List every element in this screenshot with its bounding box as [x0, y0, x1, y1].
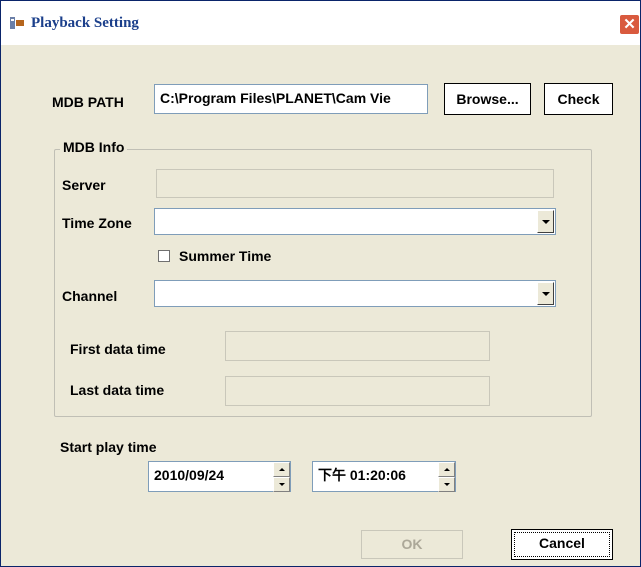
close-button[interactable]: ✕: [619, 14, 640, 35]
browse-button[interactable]: Browse...: [444, 83, 531, 115]
first-data-time-field: [225, 331, 490, 361]
start-date-picker[interactable]: 2010/09/24: [148, 461, 291, 492]
app-icon: [10, 17, 24, 29]
arrow-up-icon: [444, 468, 450, 471]
start-play-time-label: Start play time: [60, 439, 157, 455]
ok-button[interactable]: OK: [361, 530, 463, 559]
summer-time-label: Summer Time: [179, 248, 272, 264]
check-button[interactable]: Check: [544, 83, 613, 115]
time-spinner[interactable]: [438, 462, 455, 492]
channel-dropdown-button[interactable]: [537, 282, 554, 305]
date-spinner[interactable]: [273, 462, 290, 492]
arrow-down-icon: [279, 483, 285, 486]
close-icon: ✕: [623, 16, 636, 33]
last-data-time-field: [225, 376, 490, 406]
title-bar[interactable]: Playback Setting ✕: [1, 1, 640, 45]
playback-setting-dialog: Playback Setting ✕ MDB PATH C:\Program F…: [0, 0, 641, 567]
time-spin-up-button[interactable]: [438, 462, 455, 477]
date-spin-down-button[interactable]: [273, 477, 290, 492]
chevron-down-icon: [542, 292, 550, 296]
mdb-path-input[interactable]: C:\Program Files\PLANET\Cam Vie: [154, 84, 428, 114]
summer-time-checkbox[interactable]: [158, 250, 170, 262]
arrow-down-icon: [444, 483, 450, 486]
chevron-down-icon: [542, 220, 550, 224]
timezone-dropdown-button[interactable]: [537, 210, 554, 233]
server-label: Server: [62, 177, 106, 193]
start-date-value: 2010/09/24: [154, 467, 225, 483]
time-spin-down-button[interactable]: [438, 477, 455, 492]
cancel-button[interactable]: Cancel: [511, 529, 613, 560]
channel-select[interactable]: [154, 280, 556, 307]
start-time-value: 下午 01:20:06: [318, 467, 406, 483]
dialog-body: MDB PATH C:\Program Files\PLANET\Cam Vie…: [1, 45, 640, 566]
arrow-up-icon: [279, 468, 285, 471]
mdb-info-legend: MDB Info: [60, 139, 128, 155]
last-data-time-label: Last data time: [70, 382, 165, 398]
start-time-picker[interactable]: 下午 01:20:06: [312, 461, 456, 492]
timezone-select[interactable]: [154, 208, 556, 235]
date-spin-up-button[interactable]: [273, 462, 290, 477]
server-field: [156, 169, 554, 198]
timezone-label: Time Zone: [62, 215, 132, 231]
mdb-path-label: MDB PATH: [52, 94, 124, 110]
first-data-time-label: First data time: [70, 341, 166, 357]
window-title: Playback Setting: [31, 15, 139, 31]
channel-label: Channel: [62, 288, 118, 304]
